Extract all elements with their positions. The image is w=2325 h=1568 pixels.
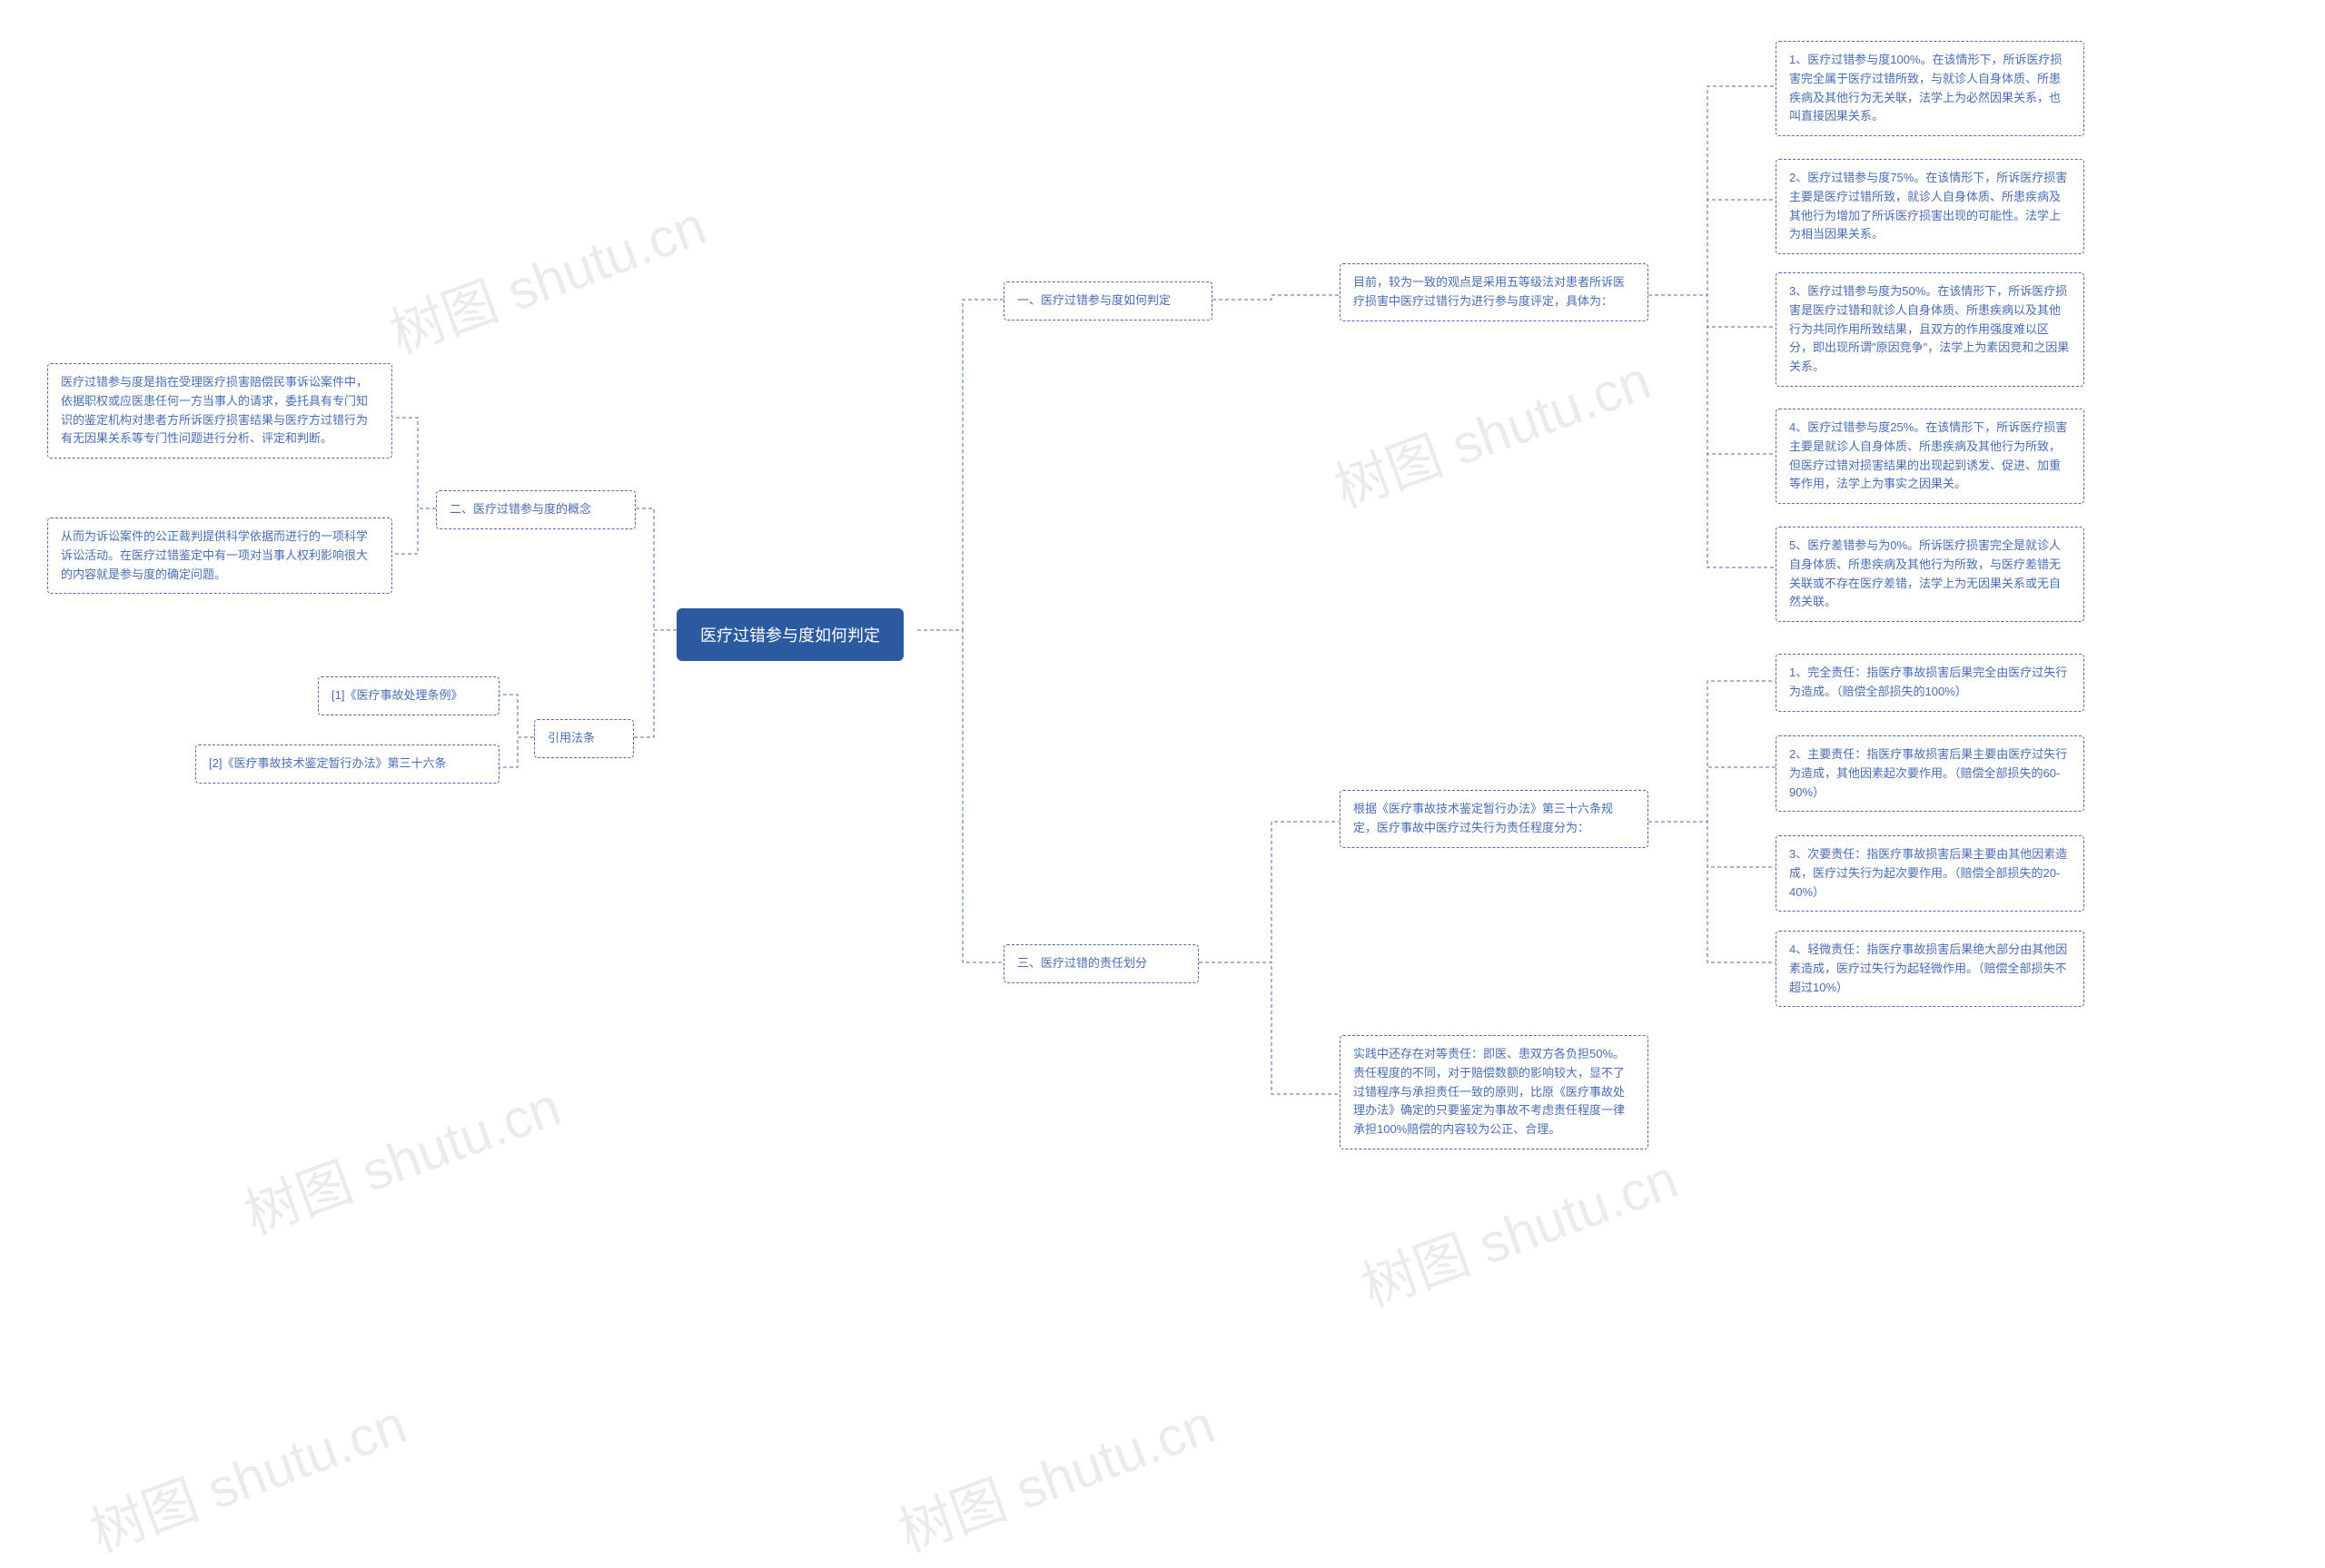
node-section3-item-3: 4、轻微责任：指医疗事故损害后果绝大部分由其他因素造成，医疗过失行为起轻微作用。… bbox=[1776, 931, 2084, 1007]
node-text: 1、医疗过错参与度100%。在该情形下，所诉医疗损害完全属于医疗过错所致，与就诊… bbox=[1789, 53, 2062, 123]
node-text: 3、医疗过错参与度为50%。在该情形下，所诉医疗损害是医疗过错和就诊人自身体质、… bbox=[1789, 284, 2069, 373]
node-section2-item-0: 医疗过错参与度是指在受理医疗损害赔偿民事诉讼案件中，依据职权或应医患任何一方当事… bbox=[47, 363, 392, 459]
node-text: 2、主要责任：指医疗事故损害后果主要由医疗过失行为造成，其他因素起次要作用。（赔… bbox=[1789, 747, 2067, 799]
node-section3-item-0: 1、完全责任：指医疗事故损害后果完全由医疗过失行为造成。（赔偿全部损失的100%… bbox=[1776, 654, 2084, 712]
node-section2: 二、医疗过错参与度的概念 bbox=[436, 490, 636, 529]
node-section1: 一、医疗过错参与度如何判定 bbox=[1004, 281, 1212, 321]
node-section1-label: 一、医疗过错参与度如何判定 bbox=[1017, 293, 1171, 307]
node-citation-0: [1]《医疗事故处理条例》 bbox=[318, 676, 500, 715]
node-text: 根据《医疗事故技术鉴定暂行办法》第三十六条规定，医疗事故中医疗过失行为责任程度分… bbox=[1353, 802, 1613, 834]
node-text: 2、医疗过错参与度75%。在该情形下，所诉医疗损害主要是医疗过错所致，就诊人自身… bbox=[1789, 171, 2067, 241]
node-section2-label: 二、医疗过错参与度的概念 bbox=[450, 502, 591, 516]
node-section3-note: 实践中还存在对等责任：即医、患双方各负担50%。责任程度的不同，对于赔偿数额的影… bbox=[1340, 1035, 1648, 1149]
node-citations: 引用法条 bbox=[534, 719, 634, 758]
watermark: 树图 shutu.cn bbox=[78, 1380, 415, 1567]
node-section3-intro: 根据《医疗事故技术鉴定暂行办法》第三十六条规定，医疗事故中医疗过失行为责任程度分… bbox=[1340, 790, 1648, 848]
node-text: 4、医疗过错参与度25%。在该情形下，所诉医疗损害主要是就诊人自身体质、所患疾病… bbox=[1789, 420, 2067, 490]
node-section3-label: 三、医疗过错的责任划分 bbox=[1017, 956, 1147, 970]
node-text: 1、完全责任：指医疗事故损害后果完全由医疗过失行为造成。（赔偿全部损失的100%… bbox=[1789, 666, 2067, 698]
watermark: 树图 shutu.cn bbox=[1322, 336, 1659, 523]
watermark: 树图 shutu.cn bbox=[378, 182, 715, 369]
node-citations-label: 引用法条 bbox=[548, 731, 595, 745]
node-section1-item-4: 5、医疗差错参与为0%。所诉医疗损害完全是就诊人自身体质、所患疾病及其他行为所致… bbox=[1776, 527, 2084, 622]
node-section3-item-2: 3、次要责任：指医疗事故损害后果主要由其他因素造成，医疗过失行为起次要作用。（赔… bbox=[1776, 835, 2084, 912]
node-section1-intro: 目前，较为一致的观点是采用五等级法对患者所诉医疗损害中医疗过错行为进行参与度评定… bbox=[1340, 263, 1648, 321]
node-text: 3、次要责任：指医疗事故损害后果主要由其他因素造成，医疗过失行为起次要作用。（赔… bbox=[1789, 847, 2067, 899]
node-text: [1]《医疗事故处理条例》 bbox=[331, 688, 462, 702]
watermark: 树图 shutu.cn bbox=[232, 1062, 569, 1249]
root-label: 医疗过错参与度如何判定 bbox=[700, 626, 880, 645]
node-text: 4、轻微责任：指医疗事故损害后果绝大部分由其他因素造成，医疗过失行为起轻微作用。… bbox=[1789, 942, 2067, 994]
node-text: 实践中还存在对等责任：即医、患双方各负担50%。责任程度的不同，对于赔偿数额的影… bbox=[1353, 1047, 1625, 1136]
node-section3-item-1: 2、主要责任：指医疗事故损害后果主要由医疗过失行为造成，其他因素起次要作用。（赔… bbox=[1776, 735, 2084, 812]
node-text: 5、医疗差错参与为0%。所诉医疗损害完全是就诊人自身体质、所患疾病及其他行为所致… bbox=[1789, 538, 2061, 608]
node-section2-item-1: 从而为诉讼案件的公正裁判提供科学依据而进行的一项科学诉讼活动。在医疗过错鉴定中有… bbox=[47, 518, 392, 594]
node-section1-item-1: 2、医疗过错参与度75%。在该情形下，所诉医疗损害主要是医疗过错所致，就诊人自身… bbox=[1776, 159, 2084, 254]
node-citation-1: [2]《医疗事故技术鉴定暂行办法》第三十六条 bbox=[195, 745, 500, 784]
watermark: 树图 shutu.cn bbox=[886, 1380, 1223, 1567]
node-section1-item-2: 3、医疗过错参与度为50%。在该情形下，所诉医疗损害是医疗过错和就诊人自身体质、… bbox=[1776, 272, 2084, 387]
node-text: [2]《医疗事故技术鉴定暂行办法》第三十六条 bbox=[209, 756, 446, 770]
node-section3: 三、医疗过错的责任划分 bbox=[1004, 944, 1199, 983]
node-text: 目前，较为一致的观点是采用五等级法对患者所诉医疗损害中医疗过错行为进行参与度评定… bbox=[1353, 275, 1625, 308]
node-section1-item-0: 1、医疗过错参与度100%。在该情形下，所诉医疗损害完全属于医疗过错所致，与就诊… bbox=[1776, 41, 2084, 136]
node-text: 从而为诉讼案件的公正裁判提供科学依据而进行的一项科学诉讼活动。在医疗过错鉴定中有… bbox=[61, 529, 368, 581]
watermark: 树图 shutu.cn bbox=[1350, 1135, 1687, 1322]
root-node: 医疗过错参与度如何判定 bbox=[677, 608, 904, 661]
node-text: 医疗过错参与度是指在受理医疗损害赔偿民事诉讼案件中，依据职权或应医患任何一方当事… bbox=[61, 375, 368, 445]
node-section1-item-3: 4、医疗过错参与度25%。在该情形下，所诉医疗损害主要是就诊人自身体质、所患疾病… bbox=[1776, 409, 2084, 504]
